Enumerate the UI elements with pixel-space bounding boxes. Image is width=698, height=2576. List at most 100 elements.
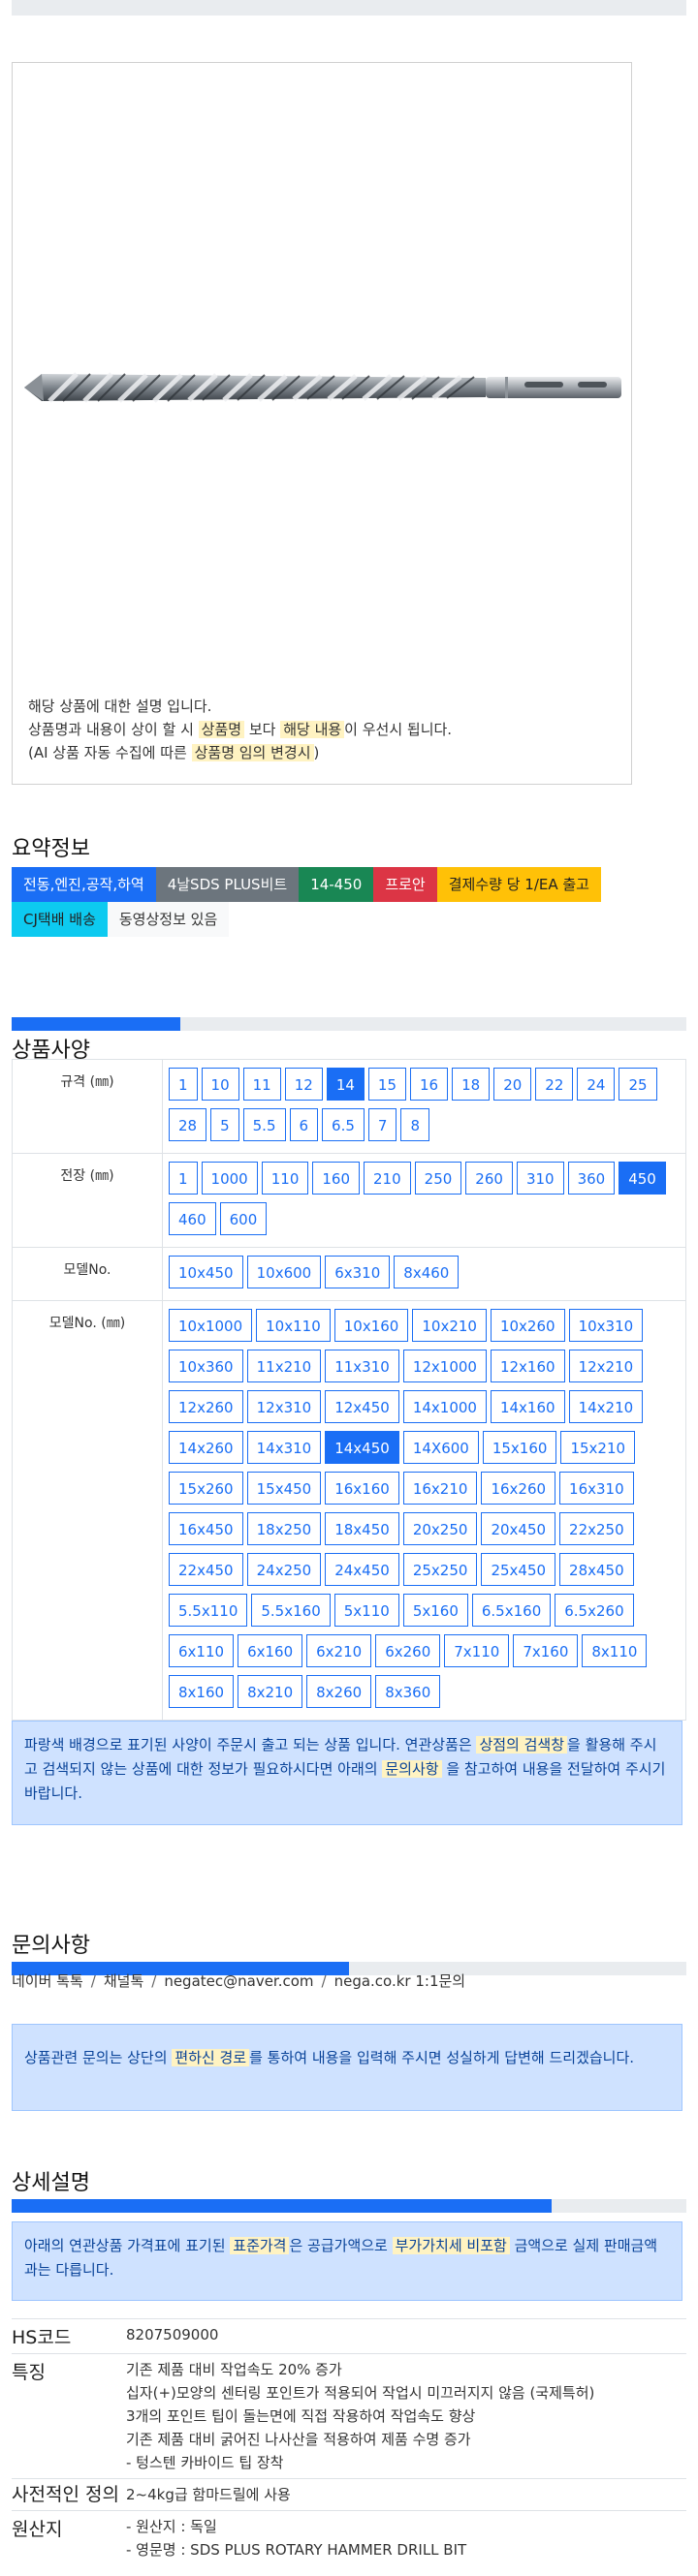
spec-option-button[interactable]: 10x210 xyxy=(412,1309,487,1342)
spec-option-button[interactable]: 25x250 xyxy=(402,1553,478,1586)
spec-option-button[interactable]: 7x160 xyxy=(513,1634,579,1667)
spec-option-button[interactable]: 15x210 xyxy=(560,1431,636,1464)
spec-option-button[interactable]: 210 xyxy=(364,1162,411,1195)
spec-option-button[interactable]: 6 xyxy=(289,1108,319,1141)
spec-option-button[interactable]: 7 xyxy=(367,1108,397,1141)
spec-option-button[interactable]: 6x310 xyxy=(325,1256,391,1288)
spec-option-button[interactable]: 20 xyxy=(493,1068,532,1101)
spec-option-button[interactable]: 6x110 xyxy=(169,1634,235,1667)
spec-option-button[interactable]: 6.5x160 xyxy=(471,1594,552,1627)
spec-option-button[interactable]: 5.5 xyxy=(242,1108,286,1141)
spec-option-button[interactable]: 25 xyxy=(619,1068,657,1101)
detail-info-box: 아래의 연관상품 가격표에 표기된 표준가격 은 공급가액으로 부가가치세 비포함… xyxy=(12,2221,682,2301)
spec-option-button[interactable]: 15x160 xyxy=(482,1431,557,1464)
spec-option-button[interactable]: 15x450 xyxy=(246,1472,322,1505)
spec-option-button[interactable]: 18x450 xyxy=(325,1512,399,1545)
spec-option-button[interactable]: 5.5x110 xyxy=(169,1594,248,1627)
spec-option-button[interactable]: 24x450 xyxy=(325,1553,399,1586)
spec-option-button[interactable]: 260 xyxy=(465,1162,513,1195)
spec-option-button[interactable]: 8x160 xyxy=(169,1675,235,1708)
spec-option-button[interactable]: 460 xyxy=(169,1202,216,1235)
spec-option-button[interactable]: 8x460 xyxy=(394,1256,460,1288)
contact-link[interactable]: negatec@naver.com xyxy=(164,1972,313,1990)
spec-option-button[interactable]: 28 xyxy=(169,1108,207,1141)
spec-option-button[interactable]: 5 xyxy=(210,1108,239,1141)
spec-option-button[interactable]: 24 xyxy=(577,1068,616,1101)
spec-option-button[interactable]: 14 xyxy=(326,1068,365,1101)
spec-option-button[interactable]: 5x110 xyxy=(333,1594,399,1627)
spec-option-button[interactable]: 10 xyxy=(201,1068,239,1101)
contact-separator: / xyxy=(321,1972,327,1990)
spec-option-button[interactable]: 24x250 xyxy=(246,1553,322,1586)
spec-option-button[interactable]: 10x360 xyxy=(169,1350,243,1382)
spec-option-button[interactable]: 16x260 xyxy=(481,1472,556,1505)
spec-option-button[interactable]: 22x450 xyxy=(169,1553,243,1586)
spec-option-button[interactable]: 5x160 xyxy=(402,1594,468,1627)
spec-option-button[interactable]: 22x250 xyxy=(559,1512,634,1545)
spec-option-button[interactable]: 8x110 xyxy=(582,1634,648,1667)
spec-option-button[interactable]: 10x600 xyxy=(246,1256,322,1288)
spec-option-button[interactable]: 28x450 xyxy=(559,1553,634,1586)
spec-option-button[interactable]: 6.5x260 xyxy=(555,1594,634,1627)
spec-option-button[interactable]: 11x210 xyxy=(246,1350,322,1382)
spec-option-button[interactable]: 310 xyxy=(516,1162,564,1195)
spec-option-button[interactable]: 1 xyxy=(169,1162,198,1195)
spec-option-button[interactable]: 8 xyxy=(400,1108,429,1141)
spec-option-button[interactable]: 14x260 xyxy=(169,1431,243,1464)
spec-option-button[interactable]: 10x260 xyxy=(490,1309,565,1342)
spec-option-button[interactable]: 1 xyxy=(169,1068,198,1101)
spec-option-button[interactable]: 14X600 xyxy=(402,1431,479,1464)
spec-option-button[interactable]: 12 xyxy=(284,1068,323,1101)
contact-link[interactable]: 채널톡 xyxy=(104,1972,143,1990)
spec-option-button[interactable]: 11 xyxy=(242,1068,281,1101)
spec-option-button[interactable]: 7x110 xyxy=(444,1634,510,1667)
spec-option-button[interactable]: 16x450 xyxy=(169,1512,243,1545)
spec-option-button[interactable]: 8x260 xyxy=(306,1675,372,1708)
spec-option-button[interactable]: 12x210 xyxy=(568,1350,644,1382)
spec-option-button[interactable]: 16x210 xyxy=(402,1472,478,1505)
spec-option-button[interactable]: 12x310 xyxy=(246,1390,322,1423)
spec-option-button[interactable]: 14x210 xyxy=(568,1390,644,1423)
spec-option-button[interactable]: 18x250 xyxy=(246,1512,322,1545)
spec-option-button[interactable]: 10x1000 xyxy=(169,1309,253,1342)
spec-option-button[interactable]: 12x160 xyxy=(490,1350,565,1382)
spec-option-button[interactable]: 5.5x160 xyxy=(251,1594,331,1627)
spec-option-button[interactable]: 20x450 xyxy=(481,1512,556,1545)
spec-option-button[interactable]: 6.5 xyxy=(322,1108,365,1141)
spec-option-button[interactable]: 160 xyxy=(312,1162,361,1195)
spec-option-button[interactable]: 25x450 xyxy=(481,1553,556,1586)
spec-option-button[interactable]: 250 xyxy=(414,1162,462,1195)
spec-option-button[interactable]: 1000 xyxy=(201,1162,258,1195)
contact-link[interactable]: nega.co.kr 1:1문의 xyxy=(334,1972,466,1990)
spec-option-button[interactable]: 10x310 xyxy=(568,1309,644,1342)
spec-option-button[interactable]: 11x310 xyxy=(325,1350,399,1382)
spec-option-button[interactable]: 14x1000 xyxy=(402,1390,487,1423)
spec-option-button[interactable]: 6x210 xyxy=(306,1634,372,1667)
spec-option-button[interactable]: 6x260 xyxy=(375,1634,441,1667)
spec-option-button[interactable]: 10x110 xyxy=(256,1309,331,1342)
spec-option-button[interactable]: 20x250 xyxy=(402,1512,478,1545)
spec-option-button[interactable]: 8x360 xyxy=(375,1675,441,1708)
spec-option-button[interactable]: 16x160 xyxy=(325,1472,399,1505)
spec-option-button[interactable]: 12x450 xyxy=(325,1390,399,1423)
spec-option-button[interactable]: 15 xyxy=(367,1068,407,1101)
spec-option-button[interactable]: 14x160 xyxy=(490,1390,565,1423)
spec-option-button[interactable]: 8x210 xyxy=(238,1675,303,1708)
spec-option-button[interactable]: 12x1000 xyxy=(402,1350,487,1382)
spec-option-button[interactable]: 18 xyxy=(452,1068,491,1101)
spec-option-button[interactable]: 10x160 xyxy=(333,1309,409,1342)
spec-option-button[interactable]: 16x310 xyxy=(559,1472,634,1505)
spec-option-button[interactable]: 14x310 xyxy=(246,1431,322,1464)
spec-option-button[interactable]: 12x260 xyxy=(169,1390,243,1423)
spec-option-button[interactable]: 6x160 xyxy=(238,1634,303,1667)
spec-option-button[interactable]: 110 xyxy=(261,1162,309,1195)
spec-option-button[interactable]: 16 xyxy=(410,1068,449,1101)
spec-option-button[interactable]: 10x450 xyxy=(169,1256,243,1288)
spec-option-button[interactable]: 360 xyxy=(567,1162,616,1195)
spec-option-button[interactable]: 14x450 xyxy=(325,1431,399,1464)
spec-option-button[interactable]: 600 xyxy=(219,1202,268,1235)
spec-option-button[interactable]: 450 xyxy=(619,1162,666,1195)
spec-option-button[interactable]: 22 xyxy=(535,1068,574,1101)
contact-link[interactable]: 네이버 톡톡 xyxy=(12,1972,83,1990)
spec-option-button[interactable]: 15x260 xyxy=(169,1472,243,1505)
